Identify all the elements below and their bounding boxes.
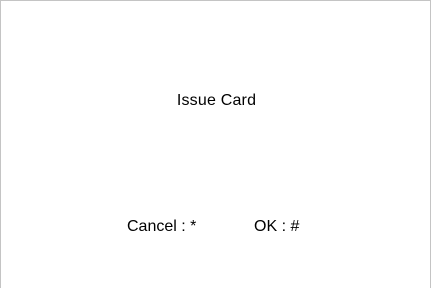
screen-title: Issue Card bbox=[176, 92, 257, 109]
cancel-key-hint: Cancel : * bbox=[127, 218, 197, 235]
key-prompt-bar: Cancel : * OK : # bbox=[1, 216, 431, 238]
ok-key-hint: OK : # bbox=[254, 218, 300, 235]
device-screen: Issue Card Cancel : * OK : # bbox=[0, 0, 431, 288]
